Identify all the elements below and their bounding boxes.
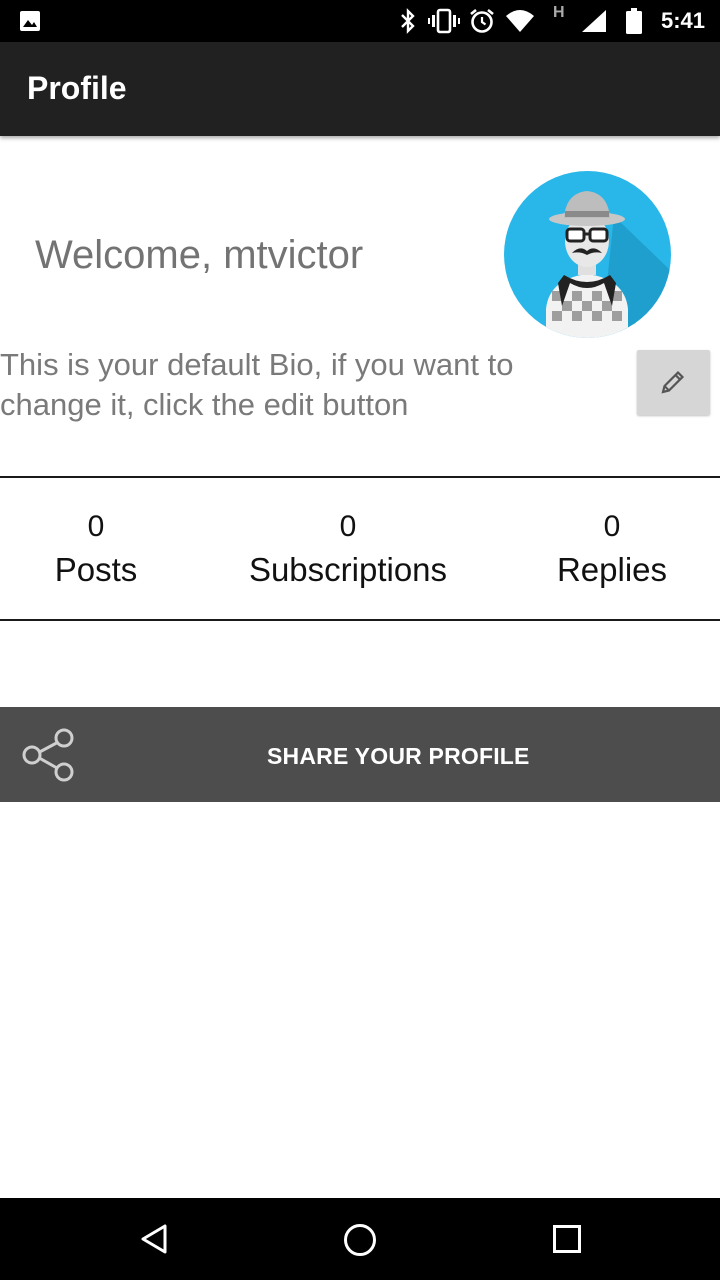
pencil-icon bbox=[661, 370, 685, 394]
edit-bio-button[interactable] bbox=[637, 350, 710, 415]
share-profile-button[interactable]: SHARE YOUR PROFILE bbox=[0, 707, 720, 802]
h-network-icon: H bbox=[553, 4, 565, 21]
recents-icon[interactable] bbox=[552, 1224, 582, 1254]
stat-posts: 0 Posts bbox=[36, 510, 156, 592]
alarm-icon bbox=[470, 8, 494, 33]
signal-icon bbox=[582, 10, 606, 32]
bluetooth-icon bbox=[401, 8, 415, 34]
page-title: Profile bbox=[27, 70, 127, 106]
battery-icon bbox=[626, 8, 642, 34]
back-icon[interactable] bbox=[139, 1223, 169, 1255]
divider bbox=[0, 619, 720, 621]
divider bbox=[0, 476, 720, 478]
avatar bbox=[504, 171, 671, 338]
share-profile-label: SHARE YOUR PROFILE bbox=[267, 743, 530, 769]
navigation-bar bbox=[0, 1198, 720, 1280]
stat-label: Posts bbox=[54, 551, 138, 588]
stat-replies: 0 Replies bbox=[545, 510, 679, 592]
app-bar: Profile bbox=[0, 42, 720, 136]
stat-value: 0 bbox=[603, 510, 621, 543]
wifi-icon bbox=[506, 10, 534, 32]
stat-value: 0 bbox=[339, 510, 357, 543]
stat-subscriptions: 0 Subscriptions bbox=[238, 510, 458, 592]
stat-label: Replies bbox=[556, 551, 668, 588]
stat-value: 0 bbox=[87, 510, 105, 543]
bio-text: This is your default Bio, if you want to… bbox=[0, 347, 514, 422]
clock: 5:41 bbox=[661, 8, 706, 33]
vibrate-icon bbox=[428, 8, 460, 34]
image-icon bbox=[20, 11, 40, 31]
stat-label: Subscriptions bbox=[248, 551, 448, 588]
status-bar: H 5:41 bbox=[0, 0, 720, 42]
home-icon[interactable] bbox=[343, 1223, 377, 1257]
welcome-text: Welcome, mtvictor bbox=[35, 233, 364, 277]
share-icon bbox=[22, 728, 74, 782]
